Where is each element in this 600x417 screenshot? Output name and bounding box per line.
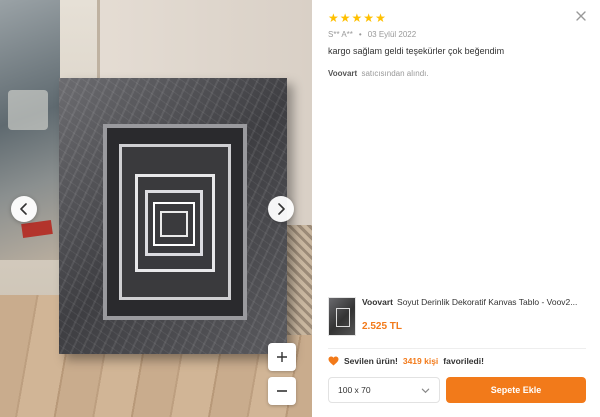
- product-thumbnail[interactable]: [328, 297, 356, 336]
- product-card[interactable]: Voovart Soyut Derinlik Dekoratif Kanvas T…: [328, 297, 586, 337]
- size-select-value: 100 x 70: [338, 385, 371, 395]
- star-icon: ★: [328, 11, 339, 25]
- review-meta: S** A** • 03 Eylül 2022: [328, 30, 416, 39]
- divider: [328, 348, 586, 349]
- chevron-down-icon: [421, 388, 430, 393]
- favorite-info: Sevilen ürün! 3419 kişi favoriledi!: [328, 356, 484, 366]
- review-author: S** A**: [328, 30, 353, 39]
- product-price: 2.525 TL: [362, 321, 403, 332]
- zoom-in-button[interactable]: [268, 343, 296, 371]
- seller-name: Voovart: [328, 69, 358, 78]
- review-date: 03 Eylül 2022: [367, 30, 417, 39]
- add-to-cart-button[interactable]: Sepete Ekle: [446, 377, 586, 403]
- plus-icon: [277, 352, 287, 362]
- minus-icon: [277, 390, 287, 392]
- photo-viewer: [0, 0, 312, 417]
- seller-suffix: satıcısından alındı.: [361, 69, 429, 78]
- next-photo-button[interactable]: [268, 196, 294, 222]
- chevron-left-icon: [20, 203, 27, 215]
- zoom-out-button[interactable]: [268, 377, 296, 405]
- product-name: Soyut Derinlik Dekoratif Kanvas Tablo - …: [397, 297, 578, 307]
- heart-icon: [328, 356, 339, 366]
- product-title[interactable]: Voovart Soyut Derinlik Dekoratif Kanvas T…: [362, 297, 584, 307]
- review-photo-canvas: [59, 78, 287, 354]
- star-rating: ★ ★ ★ ★ ★: [328, 12, 386, 24]
- close-icon[interactable]: [574, 9, 588, 23]
- star-icon: ★: [351, 11, 363, 25]
- star-icon: ★: [375, 11, 386, 25]
- seller-info: Voovart satıcısından alındı.: [328, 69, 429, 78]
- review-comment: kargo sağlam geldi teşekürler çok beğend…: [328, 46, 505, 56]
- favorite-suffix: favoriledi!: [443, 356, 484, 366]
- star-icon: ★: [363, 11, 375, 25]
- previous-photo-button[interactable]: [11, 196, 37, 222]
- chevron-right-icon: [278, 203, 285, 215]
- product-brand: Voovart: [362, 297, 394, 307]
- review-panel: ★ ★ ★ ★ ★ S** A** • 03 Eylül 2022 kargo …: [312, 0, 600, 417]
- favorite-prefix: Sevilen ürün!: [344, 356, 398, 366]
- favorite-count: 3419 kişi: [402, 356, 439, 366]
- meta-separator: •: [358, 30, 362, 39]
- size-select[interactable]: 100 x 70: [328, 377, 440, 403]
- star-icon: ★: [339, 11, 351, 25]
